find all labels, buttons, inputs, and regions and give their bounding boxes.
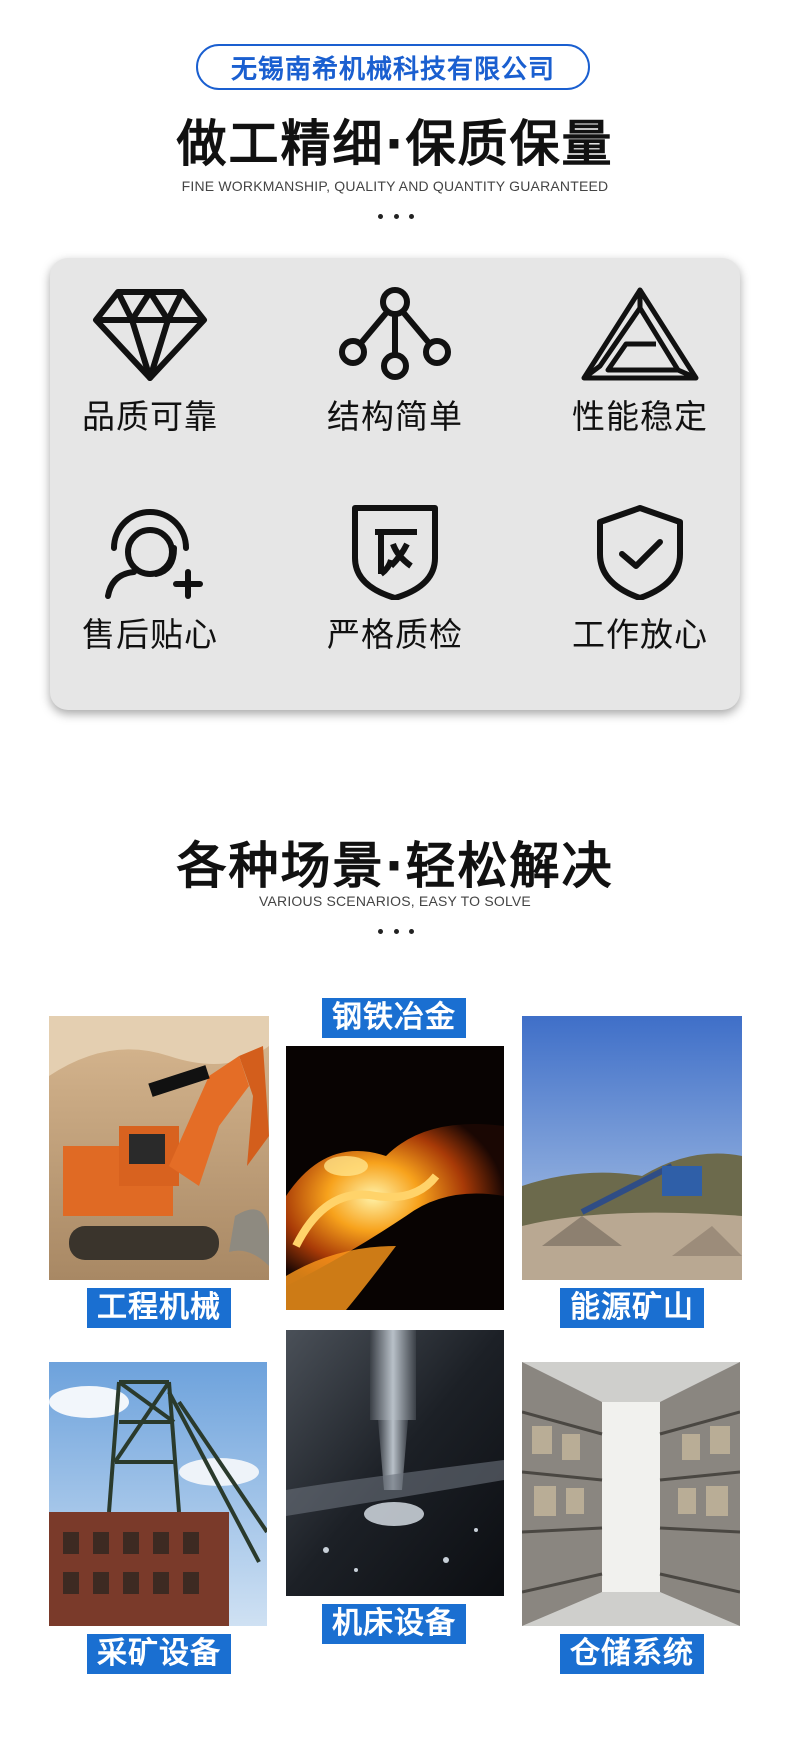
company-name-badge: 无锡南希机械科技有限公司 [196, 44, 590, 90]
feature-stable-performance: 性能稳定 [540, 286, 740, 438]
feature-work-assured: 工作放心 [540, 504, 740, 656]
excavator-photo [49, 1016, 269, 1280]
quarry-conveyor-photo [522, 1016, 742, 1280]
feature-simple-structure: 结构简单 [295, 286, 495, 438]
feature-label: 性能稳定 [572, 397, 708, 436]
scenario-label: 仓储系统 [560, 1634, 704, 1674]
scenarios-title: 各种场景·轻松解决 [176, 837, 614, 895]
feature-quality-reliable: 品质可靠 [50, 286, 250, 438]
features-card: 品质可靠 结构简单 性能稳定 售后贴心 严格质检 工作放心 [50, 258, 740, 710]
warehouse-shelves-photo [522, 1362, 740, 1626]
diamond-icon [93, 289, 207, 381]
scenario-label: 能源矿山 [560, 1288, 704, 1328]
customer-service-icon [105, 509, 203, 599]
penrose-triangle-icon [581, 287, 699, 381]
scenario-label: 工程机械 [87, 1288, 231, 1328]
check-shield-icon [597, 505, 683, 600]
scenario-label: 采矿设备 [87, 1634, 231, 1674]
feature-after-sales: 售后贴心 [50, 504, 250, 656]
quality-shield-icon [352, 505, 438, 600]
scenario-label: 机床设备 [322, 1604, 466, 1644]
scenarios-dots-divider [378, 929, 414, 935]
page-title: 做工精细·保质保量 [176, 115, 614, 173]
mine-headframe-photo [49, 1362, 267, 1626]
feature-label: 严格质检 [327, 615, 463, 654]
feature-label: 工作放心 [572, 615, 708, 654]
title-dots-divider [378, 214, 414, 220]
feature-quality-inspection: 严格质检 [295, 504, 495, 656]
scenarios-subtitle: VARIOUS SCENARIOS, EASY TO SOLVE [259, 893, 531, 909]
molten-steel-photo [286, 1046, 504, 1310]
structure-icon [339, 287, 451, 380]
scenario-label: 钢铁冶金 [322, 998, 466, 1038]
feature-label: 结构简单 [327, 397, 463, 436]
cnc-milling-photo [286, 1330, 504, 1596]
feature-label: 品质可靠 [82, 397, 218, 436]
feature-label: 售后贴心 [82, 615, 218, 654]
page-subtitle: FINE WORKMANSHIP, QUALITY AND QUANTITY G… [181, 178, 609, 194]
